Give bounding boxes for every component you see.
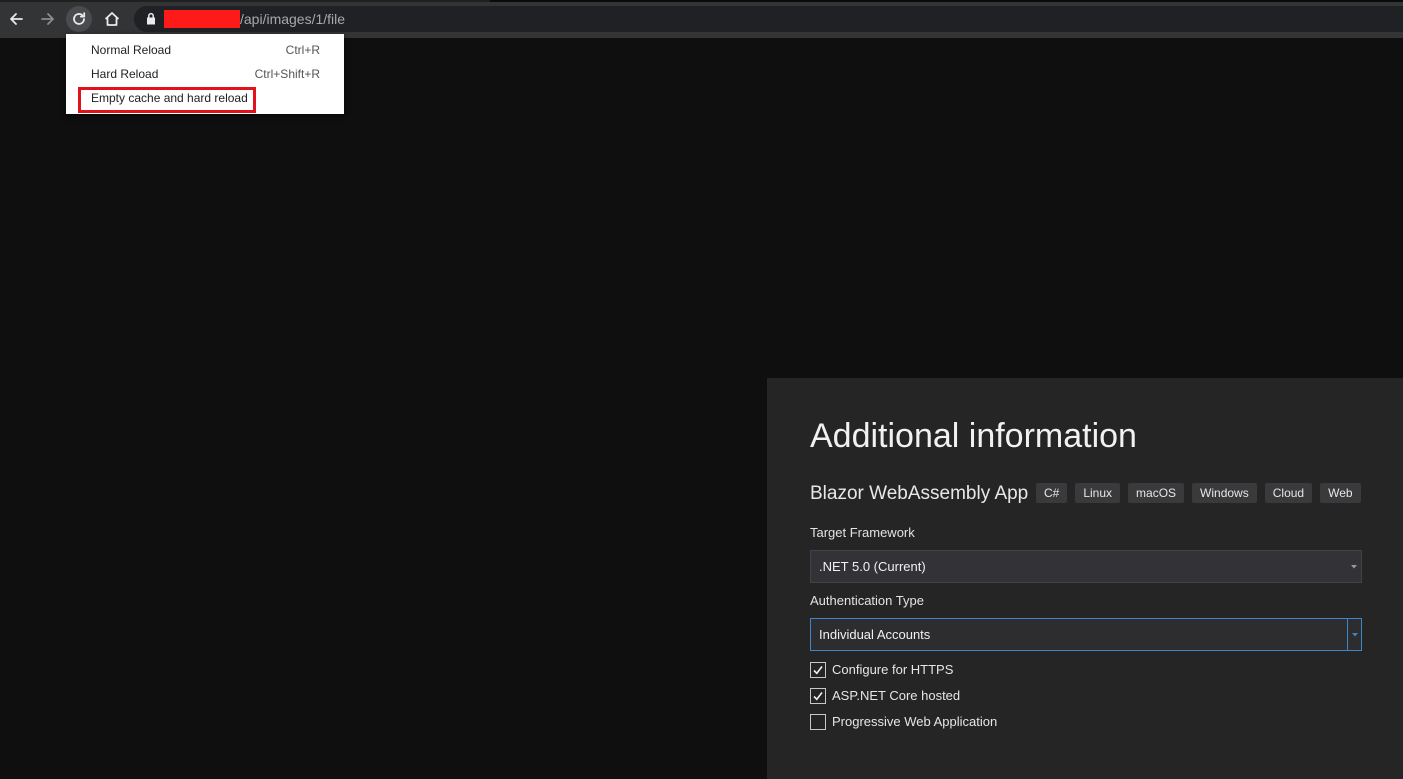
template-tags: C# Linux macOS Windows Cloud Web [1036, 483, 1361, 503]
configure-https-option: Configure for HTTPS [810, 661, 953, 679]
tag-macos: macOS [1128, 483, 1185, 503]
authentication-type-value: Individual Accounts [819, 627, 931, 642]
aspnet-core-hosted-option: ASP.NET Core hosted [810, 687, 960, 705]
target-framework-select[interactable]: .NET 5.0 (Current) [810, 550, 1362, 583]
tag-windows: Windows [1192, 483, 1257, 503]
menu-item-shortcut: Ctrl+Shift+R [254, 67, 320, 81]
authentication-type-label: Authentication Type [810, 593, 924, 608]
home-button[interactable] [99, 6, 125, 32]
lock-icon [147, 12, 155, 25]
menu-item-normal-reload[interactable]: Normal Reload Ctrl+R [66, 38, 344, 62]
authentication-type-select[interactable]: Individual Accounts [810, 618, 1362, 651]
reload-icon [73, 12, 86, 25]
progressive-web-app-checkbox[interactable] [810, 714, 826, 730]
menu-item-label: Empty cache and hard reload [91, 91, 248, 105]
address-bar[interactable]: /api/images/1/file [134, 6, 1403, 32]
target-framework-value: .NET 5.0 (Current) [819, 559, 926, 574]
menu-item-hard-reload[interactable]: Hard Reload Ctrl+Shift+R [66, 62, 344, 86]
chevron-down-icon [1347, 619, 1361, 650]
configure-https-checkbox[interactable] [810, 662, 826, 678]
reload-button[interactable] [66, 6, 92, 32]
back-button[interactable] [3, 6, 29, 32]
tab-strip-edge [490, 0, 1403, 2]
arrow-right-icon [41, 13, 54, 25]
additional-information-dialog: Additional information Blazor WebAssembl… [767, 378, 1403, 779]
url-path: /api/images/1/file [240, 11, 346, 27]
dialog-title: Additional information [810, 417, 1137, 455]
progressive-web-app-label: Progressive Web Application [832, 714, 998, 729]
aspnet-core-hosted-checkbox[interactable] [810, 688, 826, 704]
tag-cloud: Cloud [1264, 483, 1313, 503]
menu-item-label: Hard Reload [91, 67, 159, 81]
chevron-down-icon [1347, 551, 1361, 582]
tag-csharp: C# [1036, 483, 1068, 503]
checkmark-icon [813, 692, 823, 701]
tag-linux: Linux [1075, 483, 1121, 503]
browser-toolbar: /api/images/1/file [0, 0, 1403, 38]
forward-button[interactable] [35, 6, 61, 32]
checkmark-icon [813, 666, 823, 675]
home-icon [104, 12, 120, 26]
progressive-web-app-option: Progressive Web Application [810, 713, 997, 731]
target-framework-label: Target Framework [810, 525, 915, 540]
reload-context-menu: Normal Reload Ctrl+R Hard Reload Ctrl+Sh… [66, 34, 344, 114]
redacted-host [164, 10, 240, 28]
configure-https-label: Configure for HTTPS [832, 662, 954, 677]
arrow-left-icon [10, 13, 23, 25]
menu-item-shortcut: Ctrl+R [285, 43, 320, 57]
tag-web: Web [1320, 483, 1361, 503]
aspnet-core-hosted-label: ASP.NET Core hosted [832, 688, 961, 703]
menu-item-empty-cache-hard-reload[interactable]: Empty cache and hard reload [66, 86, 344, 113]
menu-item-label: Normal Reload [91, 43, 172, 57]
project-template-name: Blazor WebAssembly App [810, 483, 1029, 504]
